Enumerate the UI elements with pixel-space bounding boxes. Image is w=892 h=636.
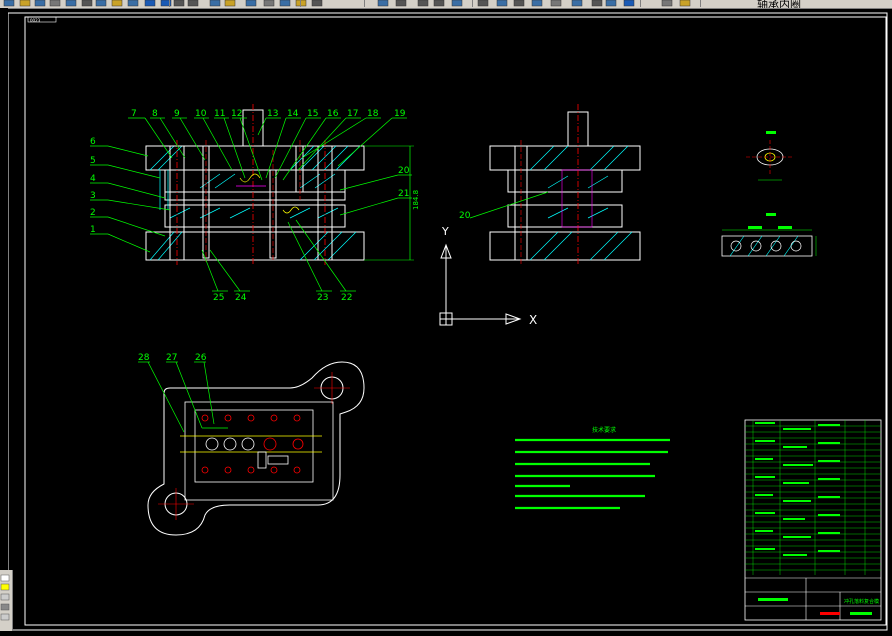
drawing-svg: 0023 184.8 7 8 9 10 11 12 13 14 15 16 17… [7,12,888,631]
technical-notes: 技术要求 [515,426,670,510]
ucs-x-label: X [529,313,537,327]
calc-icon[interactable] [294,0,308,7]
layer-state-icon[interactable] [394,0,408,7]
label-4: 4 [90,174,96,184]
undo-icon[interactable] [590,0,604,7]
copy-icon[interactable] [530,0,544,7]
match-icon[interactable] [126,0,140,7]
toolbar-separator [169,0,170,7]
label-22: 22 [341,293,352,303]
ucs-y-label: Y [441,225,449,238]
zoom-realtime-icon[interactable] [660,0,674,7]
label-25: 25 [213,293,224,303]
layers-icon[interactable] [376,0,390,7]
new-file-icon[interactable] [2,0,16,7]
label-10: 10 [195,109,207,119]
side-label-20: 20 [459,211,471,221]
new-file-icon[interactable] [416,0,430,7]
paste-icon[interactable] [549,0,563,7]
front-section-view: 184.8 [145,104,420,265]
label-6: 6 [90,137,96,147]
preview-icon[interactable] [495,0,509,7]
label-14: 14 [287,109,299,119]
label-13: 13 [267,109,278,119]
toolbar-separator [700,0,701,7]
label-12: 12 [231,109,242,119]
label-8: 8 [152,109,158,119]
label-21: 21 [398,189,409,199]
label-23: 23 [317,293,328,303]
drawing-canvas[interactable]: 0023 184.8 7 8 9 10 11 12 13 14 15 16 17… [0,8,892,631]
label-16: 16 [327,109,339,119]
pan-icon[interactable] [172,0,186,7]
pan-icon[interactable] [622,0,636,7]
corner-tag-text: 0023 [30,18,41,23]
title-block: 冲孔落料复合模 [744,419,882,621]
save-icon[interactable] [33,0,47,7]
toolbar-separator [472,0,473,7]
label-3: 3 [90,191,96,201]
label-17: 17 [347,109,358,119]
paste-icon[interactable] [110,0,124,7]
side-section-view: 20 [459,104,641,265]
label-19: 19 [394,109,406,119]
left-edge [0,8,8,631]
tool-palette-icon[interactable] [278,0,292,7]
plan-label-28: 28 [138,353,150,363]
zoom-realtime-icon[interactable] [186,0,200,7]
open-icon[interactable] [18,0,32,7]
detail-views [721,131,817,257]
redo-icon[interactable] [159,0,173,7]
cut-icon[interactable] [80,0,94,7]
toolbar-separator [300,0,301,7]
design-center-icon[interactable] [262,0,276,7]
plan-view: 28 27 26 [138,353,365,536]
dimension-text: 184.8 [412,190,420,210]
print-icon[interactable] [476,0,490,7]
label-24: 24 [235,293,247,303]
copy-icon[interactable] [94,0,108,7]
help-icon[interactable] [310,0,324,7]
label-11: 11 [214,109,225,119]
label-1: 1 [90,225,96,235]
plan-label-27: 27 [166,353,177,363]
cut-icon[interactable] [512,0,526,7]
label-15: 15 [307,109,318,119]
label-18: 18 [367,109,379,119]
label-7: 7 [131,109,137,119]
plan-label-26: 26 [195,353,207,363]
left-palette[interactable] [0,570,13,631]
zoom-window-icon[interactable] [208,0,222,7]
zoom-window-icon[interactable] [678,0,692,7]
sheet-border [7,12,888,631]
open-icon[interactable] [432,0,446,7]
label-5: 5 [90,156,96,166]
part-labels: 7 8 9 10 11 12 13 14 15 16 17 18 19 6 5 … [90,109,410,303]
print-icon[interactable] [48,0,62,7]
notes-title: 技术要求 [592,426,616,434]
ucs-icon: Y X [439,225,537,327]
properties-icon[interactable] [244,0,258,7]
undo-icon[interactable] [143,0,157,7]
redo-icon[interactable] [604,0,618,7]
title-block-name: 冲孔落料复合模 [844,598,879,605]
preview-icon[interactable] [64,0,78,7]
toolbar-separator [640,0,641,7]
match-icon[interactable] [570,0,584,7]
save-icon[interactable] [450,0,464,7]
label-2: 2 [90,208,96,218]
label-9: 9 [174,109,180,119]
label-20: 20 [398,166,410,176]
toolbar-separator [364,0,365,7]
zoom-previous-icon[interactable] [223,0,237,7]
